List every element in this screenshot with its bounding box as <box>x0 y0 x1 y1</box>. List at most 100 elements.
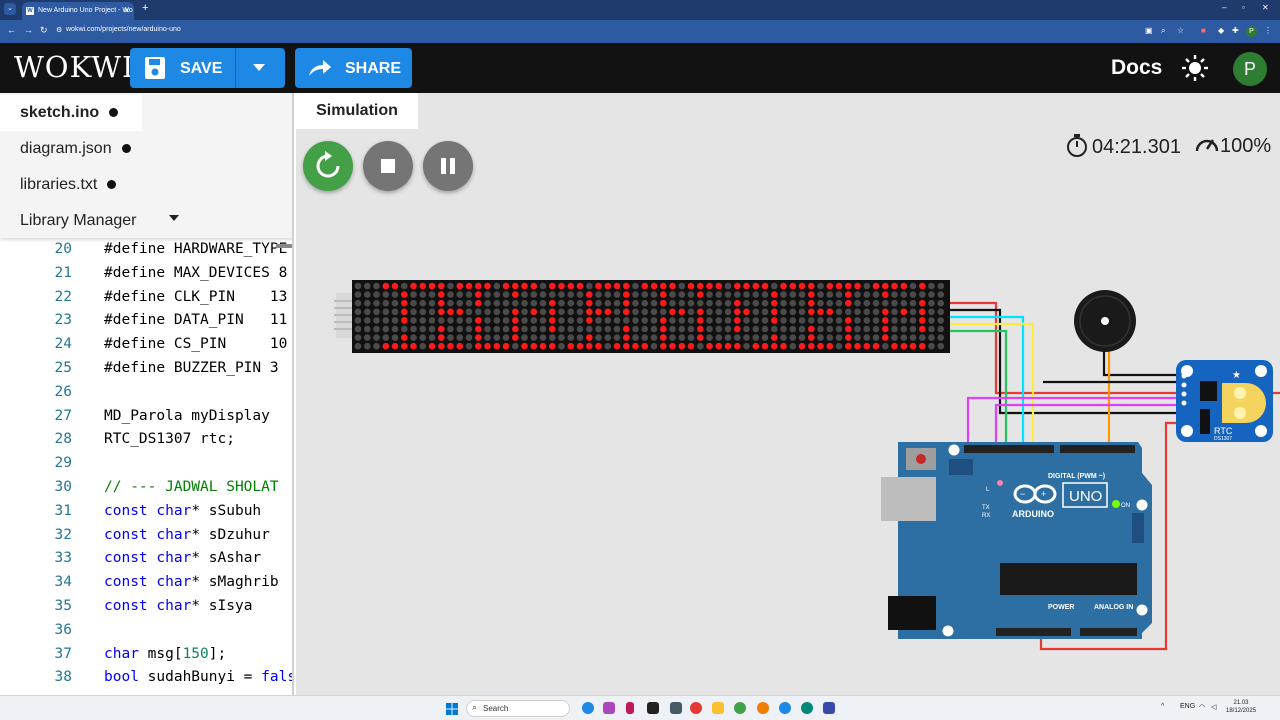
menu-dots-icon[interactable]: ⋮ <box>1264 26 1272 35</box>
code-line[interactable]: 30 // --- JADWAL SHOLAT <box>0 476 292 500</box>
zoom-icon[interactable]: ⌕ <box>1161 26 1165 36</box>
snipping-icon[interactable] <box>670 702 682 714</box>
code-line[interactable]: 21 #define MAX_DEVICES 8 <box>0 262 292 286</box>
code-line[interactable]: 33 const char* sAshar <box>0 547 292 571</box>
wifi-icon[interactable]: ◠ <box>1199 703 1205 711</box>
back-icon[interactable]: ← <box>7 25 16 35</box>
edge-icon[interactable] <box>582 702 594 714</box>
volume-icon[interactable]: ◁ <box>1211 703 1216 711</box>
bookmark-star-icon[interactable]: ☆ <box>1177 26 1184 35</box>
led-dot <box>438 299 445 307</box>
led-dot <box>937 282 945 290</box>
led-dot <box>891 334 898 341</box>
tab-sketch-ino[interactable]: sketch.ino <box>0 95 142 131</box>
line-number: 38 <box>54 669 72 686</box>
puzzle-icon[interactable]: ✚ <box>1232 26 1239 35</box>
led-dot <box>586 291 593 298</box>
url-field[interactable]: wokwi.com/projects/new/arduino-uno <box>66 26 181 33</box>
led-dot <box>687 291 695 298</box>
chevron-down-icon[interactable] <box>253 64 265 71</box>
taskbar-search[interactable]: Search <box>466 700 570 717</box>
caret-down-icon[interactable] <box>169 215 179 221</box>
code-line[interactable]: 22 #define CLK_PIN 13 <box>0 286 292 310</box>
system-clock[interactable]: 21.03 18/12/2025 <box>1226 699 1256 715</box>
code-line[interactable]: 29 <box>0 452 292 476</box>
code-line[interactable]: 25 #define BUZZER_PIN 3 <box>0 357 292 381</box>
app-icon[interactable] <box>626 702 634 714</box>
close-window-icon[interactable]: ✕ <box>1262 3 1269 12</box>
led-dot <box>771 317 778 324</box>
led-dot <box>697 342 704 350</box>
code-token: RTC_DS1307 rtc; <box>104 431 235 448</box>
code-line[interactable]: 32 const char* sDzuhur <box>0 524 292 548</box>
code-line[interactable]: 38 bool sudahBunyi = false <box>0 666 292 690</box>
code-line[interactable]: 28 RTC_DS1307 rtc; <box>0 428 292 452</box>
code-line[interactable]: 31 const char* sSubuh <box>0 500 292 524</box>
chrome-icon[interactable] <box>757 702 769 714</box>
chrome-icon[interactable] <box>690 702 702 714</box>
terminal-icon[interactable] <box>647 702 659 714</box>
docs-link[interactable]: Docs <box>1111 56 1162 80</box>
led-dot <box>900 282 908 290</box>
led-dot <box>919 342 926 350</box>
led-dot <box>549 334 556 341</box>
code-line[interactable]: 36 <box>0 619 292 643</box>
tab-libraries-txt[interactable]: libraries.txt <box>0 167 292 203</box>
led-dot <box>447 282 454 290</box>
rx-label: RX <box>982 513 990 519</box>
led-dot <box>364 308 371 316</box>
browser-profile-avatar[interactable]: P <box>1246 26 1257 37</box>
code-line[interactable]: 20 #define HARDWARE_TYPE MD_MAX72XX::PARO… <box>0 238 292 262</box>
led-dot <box>697 317 704 324</box>
close-tab-icon[interactable]: ✕ <box>123 2 130 20</box>
copilot-icon[interactable] <box>603 702 615 714</box>
theme-toggle-sun-icon[interactable] <box>1182 55 1208 81</box>
code-line[interactable]: 27 MD_Parola myDisplay <box>0 405 292 429</box>
arduino-uno-board[interactable]: − + UNO ARDUINO DIGITAL (PWM ~) ANALOG I… <box>881 442 1152 639</box>
tab-menu-icon[interactable]: ⌄ <box>4 3 16 15</box>
wokwi-logo[interactable]: WOKWI <box>14 50 134 84</box>
app-icon[interactable] <box>801 702 813 714</box>
site-info-icon[interactable]: ⚙ <box>56 26 62 34</box>
user-avatar[interactable]: P <box>1233 52 1267 86</box>
wire-clk <box>950 329 1008 447</box>
extension-icon[interactable]: ◆ <box>1218 26 1224 35</box>
led-dot <box>660 334 667 341</box>
code-lines[interactable]: 20 #define HARDWARE_TYPE MD_MAX72XX::PARO… <box>0 238 292 690</box>
chrome-icon[interactable] <box>734 702 746 714</box>
led-dot <box>493 334 501 341</box>
share-button[interactable]: SHARE <box>295 48 412 88</box>
browser-tab[interactable]: W New Arduino Uno Project - Wo ✕ <box>22 2 134 20</box>
code-line[interactable]: 37 char msg[150]; <box>0 643 292 667</box>
circuit-canvas[interactable]: ★ RTC DS1307 − + UNO ARDUINO DIGITAL (PW… <box>296 93 1280 695</box>
tab-diagram-json[interactable]: diagram.json <box>0 131 292 167</box>
app-icon[interactable] <box>823 702 835 714</box>
screenshot-icon[interactable]: ▣ <box>1145 26 1153 35</box>
maximize-icon[interactable]: ▫ <box>1242 3 1245 12</box>
minimize-icon[interactable]: – <box>1222 3 1226 12</box>
code-line[interactable]: 34 const char* sMaghrib <box>0 571 292 595</box>
led-dot <box>502 334 510 341</box>
code-line[interactable]: 24 #define CS_PIN 10 <box>0 333 292 357</box>
code-line[interactable]: 35 const char* sIsya <box>0 595 292 619</box>
tray-chevron-icon[interactable]: ^ <box>1161 703 1164 710</box>
code-line[interactable]: 26 <box>0 381 292 405</box>
led-dot <box>521 291 528 298</box>
reload-icon[interactable]: ↻ <box>40 25 48 36</box>
led-dot <box>919 282 926 290</box>
language-indicator[interactable]: ENG <box>1180 703 1195 710</box>
chrome-icon[interactable] <box>779 702 791 714</box>
led-dot <box>872 299 880 307</box>
extension-icon[interactable]: ■ <box>1201 26 1206 35</box>
unsaved-dot-icon <box>121 144 131 154</box>
windows-start-icon[interactable] <box>446 703 458 715</box>
save-label: SAVE <box>180 60 223 77</box>
save-button[interactable]: SAVE <box>130 48 285 88</box>
code-line[interactable]: 23 #define DATA_PIN 11 <box>0 309 292 333</box>
tab-library-manager[interactable]: Library Manager <box>0 203 292 239</box>
file-explorer-icon[interactable] <box>712 702 724 714</box>
rtc-module[interactable]: ★ RTC DS1307 <box>1176 360 1273 442</box>
buzzer[interactable] <box>1074 290 1136 352</box>
forward-icon[interactable]: → <box>24 25 33 35</box>
new-tab-icon[interactable]: + <box>142 2 148 14</box>
